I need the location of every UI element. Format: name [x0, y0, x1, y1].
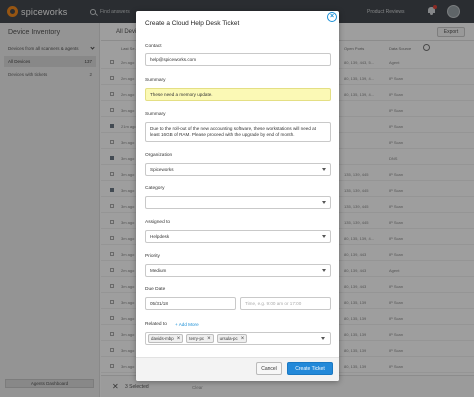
- category-label: Category: [145, 186, 165, 191]
- summary-field[interactable]: These need a memory update.: [145, 88, 331, 101]
- contact-field[interactable]: help@spiceworks.com: [145, 53, 331, 66]
- caret-down-icon: [321, 337, 325, 340]
- organization-value: Spiceworks: [150, 167, 174, 172]
- related-to-label: Related to: [145, 322, 167, 327]
- caret-down-icon: [322, 235, 326, 238]
- remove-tag-close-icon[interactable]: ×: [241, 336, 245, 342]
- tag-label: ursula-pc: [219, 336, 238, 341]
- priority-select[interactable]: Medium: [145, 264, 331, 277]
- due-date-label: Due Date: [145, 287, 166, 292]
- remove-tag-close-icon[interactable]: ×: [177, 336, 181, 342]
- add-more-link[interactable]: + Add More: [175, 322, 199, 327]
- description-textarea[interactable]: Due to the roll-out of the new accountin…: [145, 122, 331, 142]
- assigned-to-value: Helpdesk: [150, 234, 170, 239]
- priority-label: Priority: [145, 254, 160, 259]
- device-tag: ursula-pc ×: [216, 334, 248, 343]
- category-select[interactable]: [145, 196, 331, 209]
- due-time-input[interactable]: Time, e.g. 9:00 am or 17:00: [240, 297, 331, 310]
- caret-down-icon: [322, 201, 326, 204]
- assigned-to-label: Assigned to: [145, 220, 171, 225]
- create-ticket-button[interactable]: Create Ticket: [287, 362, 333, 375]
- summary-label: Summary: [145, 78, 166, 83]
- close-icon[interactable]: ×: [327, 12, 337, 22]
- remove-tag-close-icon[interactable]: ×: [207, 336, 211, 342]
- contact-label: Contact: [145, 44, 162, 49]
- cancel-button[interactable]: Cancel: [256, 362, 282, 375]
- due-date-input[interactable]: 05/31/18: [145, 297, 236, 310]
- priority-value: Medium: [150, 268, 167, 273]
- caret-down-icon: [322, 168, 326, 171]
- device-tag: terry-pc ×: [186, 334, 214, 343]
- tag-label: davids-mbp: [151, 336, 174, 341]
- description-label: Summary: [145, 112, 166, 117]
- assigned-to-select[interactable]: Helpdesk: [145, 230, 331, 243]
- device-tag: davids-mbp ×: [148, 334, 184, 343]
- related-devices-input[interactable]: davids-mbp × terry-pc × ursula-pc ×: [145, 332, 331, 345]
- modal-title: Create a Cloud Help Desk Ticket: [145, 20, 240, 27]
- organization-label: Organization: [145, 153, 173, 158]
- tag-label: terry-pc: [189, 336, 205, 341]
- caret-down-icon: [322, 269, 326, 272]
- organization-select[interactable]: Spiceworks: [145, 163, 331, 176]
